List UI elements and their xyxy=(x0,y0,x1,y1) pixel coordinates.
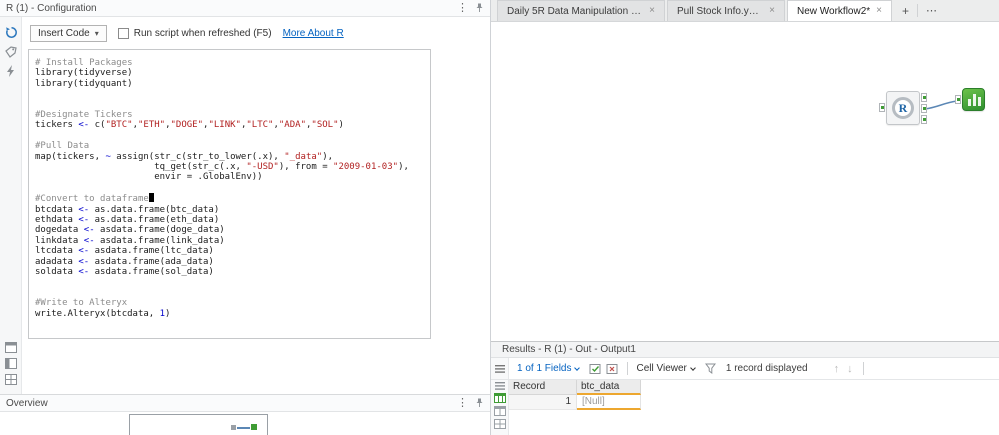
overview-browse-tool-mini xyxy=(251,424,257,430)
tab-bar: Daily 5R Data Manipulation & Mode... × P… xyxy=(491,0,999,22)
tab-new-workflow2[interactable]: New Workflow2* × xyxy=(787,0,893,21)
results-grid: Record btc_data 1 [Null] xyxy=(509,380,999,435)
record-prev-button[interactable]: ↑ xyxy=(834,363,840,375)
connection-wire[interactable] xyxy=(491,22,999,341)
r-tool-output-anchor-1[interactable] xyxy=(921,93,927,102)
results-body: Record btc_data 1 [Null] xyxy=(491,380,999,435)
tab-label: Daily 5R Data Manipulation & Mode... xyxy=(507,5,643,17)
overview-r-tool-mini xyxy=(231,425,236,430)
deselect-fields-icon[interactable] xyxy=(606,362,619,375)
chevron-down-icon xyxy=(574,364,581,371)
results-header: Results - R (1) - Out - Output1 xyxy=(491,342,999,358)
config-toolbar: Insert Code ▾ Run script when refreshed … xyxy=(30,24,344,42)
fields-dropdown[interactable]: 1 of 1 Fields xyxy=(517,363,581,374)
grid-header-record[interactable]: Record xyxy=(509,380,577,395)
close-icon[interactable]: × xyxy=(769,6,775,16)
grid-cell-record-number[interactable]: 1 xyxy=(509,395,577,410)
run-script-label: Run script when refreshed (F5) xyxy=(133,27,272,39)
grid-header-btc-data[interactable]: btc_data xyxy=(577,380,641,395)
browse-tool-input-anchor[interactable] xyxy=(955,95,961,104)
config-panel-header: R (1) - Configuration ⋮ xyxy=(0,0,490,17)
tab-pull-stock-info[interactable]: Pull Stock Info.yxmd × xyxy=(667,0,785,21)
close-icon[interactable]: × xyxy=(649,6,655,16)
tab-overflow-button[interactable]: ⋯ xyxy=(918,4,945,17)
select-fields-icon[interactable] xyxy=(589,362,602,375)
tab-label: Pull Stock Info.yxmd xyxy=(677,5,764,17)
fields-dropdown-label: 1 of 1 Fields xyxy=(517,363,572,374)
cell-viewer-dropdown[interactable]: Cell Viewer xyxy=(636,363,696,374)
alteryx-designer-window: R (1) - Configuration ⋮ Insert Code ▾ Ru… xyxy=(0,0,999,435)
results-menu-icon[interactable] xyxy=(491,358,509,379)
chevron-down-icon: ▾ xyxy=(94,28,99,38)
config-menu-icon[interactable]: ⋮ xyxy=(457,2,468,14)
results-list-view-icon[interactable] xyxy=(494,382,505,390)
insert-code-button[interactable]: Insert Code ▾ xyxy=(30,24,107,42)
grid-data-row: 1 [Null] xyxy=(509,395,999,410)
r-tool-box: R xyxy=(886,91,920,125)
grid-layout-icon[interactable] xyxy=(4,372,18,386)
refresh-icon[interactable] xyxy=(4,25,18,39)
config-pin-icon[interactable] xyxy=(475,3,484,13)
overview-viewport-rect[interactable] xyxy=(129,414,268,435)
results-layout-view-icon[interactable] xyxy=(493,419,506,429)
overview-menu-icon[interactable]: ⋮ xyxy=(457,397,468,409)
results-toolbar: 1 of 1 Fields Cell Viewer 1 record displ… xyxy=(491,358,999,380)
filter-icon[interactable] xyxy=(704,363,716,374)
r-tool-input-anchor[interactable] xyxy=(879,103,885,112)
config-panel: R (1) - Configuration ⋮ Insert Code ▾ Ru… xyxy=(0,0,491,394)
run-script-option: Run script when refreshed (F5) xyxy=(117,27,272,39)
browse-tool-icon xyxy=(962,88,985,111)
new-tab-button[interactable]: + xyxy=(894,4,917,18)
r-tool-output-anchor-2[interactable] xyxy=(921,104,927,113)
overview-pin-icon[interactable] xyxy=(475,398,484,408)
insert-code-label: Insert Code xyxy=(38,27,90,39)
results-metadata-view-icon[interactable] xyxy=(493,406,506,416)
cell-viewer-label: Cell Viewer xyxy=(636,363,687,374)
workflow-canvas[interactable]: R xyxy=(491,22,999,341)
results-panel: Results - R (1) - Out - Output1 1 of 1 F… xyxy=(491,341,999,435)
tab-label: New Workflow2* xyxy=(797,5,871,17)
overview-wire-mini xyxy=(237,427,250,429)
r-tool-output-anchor-3[interactable] xyxy=(921,115,927,124)
tab-daily-5r-data-manipulation[interactable]: Daily 5R Data Manipulation & Mode... × xyxy=(497,0,665,21)
r-tool[interactable]: R xyxy=(879,91,927,125)
chevron-down-icon xyxy=(690,364,696,371)
more-about-r-link[interactable]: More About R xyxy=(283,28,344,39)
browse-tool[interactable] xyxy=(955,88,985,111)
record-next-button[interactable]: ↓ xyxy=(847,363,853,375)
config-panel-title: R (1) - Configuration xyxy=(6,2,97,14)
overview-panel: Overview ⋮ xyxy=(0,394,491,435)
overview-panel-header: Overview ⋮ xyxy=(0,395,490,412)
panel-layout-icon[interactable] xyxy=(4,356,18,370)
results-data-view-icon[interactable] xyxy=(493,393,506,403)
close-icon[interactable]: × xyxy=(876,6,882,16)
window-split-icon[interactable] xyxy=(4,340,18,354)
results-title: Results - R (1) - Out - Output1 xyxy=(502,344,636,355)
r-tool-logo-icon: R xyxy=(892,97,914,119)
grid-cell-btc-data-value[interactable]: [Null] xyxy=(577,395,641,410)
config-tool-strip xyxy=(0,17,22,394)
results-view-strip xyxy=(491,380,509,435)
overview-panel-title: Overview xyxy=(6,397,48,409)
overview-canvas[interactable] xyxy=(0,412,490,435)
code-editor[interactable]: # Install Packages library(tidyverse) libr… xyxy=(28,49,431,339)
grid-header-row: Record btc_data xyxy=(509,380,999,395)
run-script-checkbox[interactable] xyxy=(117,27,129,39)
tag-icon[interactable] xyxy=(4,45,18,59)
records-count: 1 record displayed xyxy=(725,363,808,374)
lightning-icon[interactable] xyxy=(4,64,18,78)
